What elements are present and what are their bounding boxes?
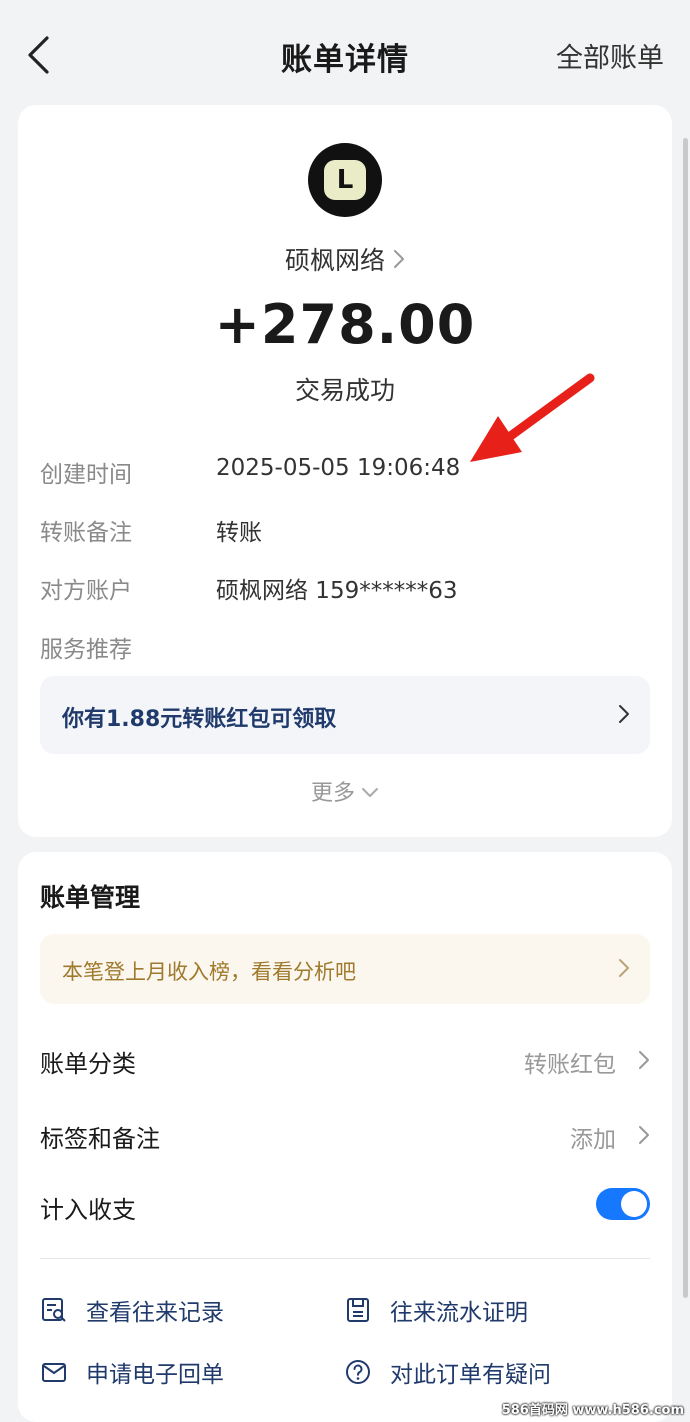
avatar-logo: L bbox=[324, 160, 366, 200]
tags-notes-row[interactable]: 标签和备注 添加 bbox=[40, 1109, 650, 1159]
create-time-value: 2025-05-05 19:06:48 bbox=[216, 455, 461, 481]
action-label: 申请电子回单 bbox=[86, 1362, 224, 1388]
section-title: 账单管理 bbox=[40, 883, 141, 912]
status-text: 交易成功 bbox=[294, 376, 395, 405]
chevron-right-icon bbox=[393, 246, 405, 275]
income-rank-notice[interactable]: 本笔登上月收入榜，看看分析吧 bbox=[40, 934, 650, 1004]
remark-label: 转账备注 bbox=[40, 520, 132, 546]
promo-text: 你有1.88元转账红包可领取 bbox=[62, 707, 337, 732]
count-in-budget-row: 计入收支 bbox=[40, 1180, 560, 1230]
nav-bar: 账单详情 全部账单 bbox=[0, 0, 690, 105]
chevron-down-icon bbox=[361, 780, 379, 805]
more-button[interactable]: 更多 bbox=[18, 775, 672, 807]
red-packet-promo[interactable]: 你有1.88元转账红包可领取 bbox=[40, 676, 650, 754]
view-history-button[interactable]: 查看往来记录 bbox=[40, 1290, 224, 1330]
tags-label: 标签和备注 bbox=[40, 1125, 160, 1153]
more-label: 更多 bbox=[310, 781, 355, 806]
search-record-icon bbox=[40, 1296, 68, 1324]
all-bills-link[interactable]: 全部账单 bbox=[556, 36, 664, 75]
bill-detail-card: L 硕枫网络 +278.00 交易成功 创建时间 2025-05-05 19:0… bbox=[18, 105, 672, 837]
divider bbox=[40, 1258, 650, 1259]
bill-management-card: 账单管理 本笔登上月收入榜，看看分析吧 账单分类 转账红包 标签和备注 添加 计… bbox=[18, 852, 672, 1422]
document-icon bbox=[344, 1296, 372, 1324]
statement-proof-button[interactable]: 往来流水证明 bbox=[344, 1290, 528, 1330]
merchant-name: 硕枫网络 bbox=[284, 246, 385, 275]
notice-text: 本笔登上月收入榜，看看分析吧 bbox=[62, 960, 356, 984]
bill-category-row[interactable]: 账单分类 转账红包 bbox=[40, 1034, 650, 1084]
chevron-right-icon bbox=[638, 1125, 650, 1149]
merchant-name-link[interactable]: 硕枫网络 bbox=[18, 241, 672, 277]
chevron-right-icon bbox=[618, 704, 630, 728]
category-value: 转账红包 bbox=[524, 1052, 616, 1078]
action-label: 往来流水证明 bbox=[390, 1300, 528, 1326]
question-icon bbox=[344, 1358, 372, 1386]
service-recommend-label: 服务推荐 bbox=[40, 637, 132, 663]
action-label: 查看往来记录 bbox=[86, 1300, 224, 1326]
tags-value: 添加 bbox=[570, 1127, 616, 1153]
merchant-avatar[interactable]: L bbox=[308, 143, 382, 217]
category-label: 账单分类 bbox=[40, 1050, 136, 1078]
chevron-right-icon bbox=[618, 958, 630, 982]
counterparty-label: 对方账户 bbox=[40, 578, 132, 604]
counterparty-value: 硕枫网络 159******63 bbox=[216, 578, 458, 604]
chevron-right-icon bbox=[638, 1050, 650, 1074]
watermark: 586首码网 www.h586.com bbox=[501, 1403, 684, 1418]
remark-value: 转账 bbox=[216, 520, 262, 546]
toggle-knob bbox=[621, 1191, 647, 1217]
create-time-label: 创建时间 bbox=[40, 462, 132, 488]
count-in-budget-toggle[interactable] bbox=[596, 1188, 650, 1220]
mail-icon bbox=[40, 1358, 68, 1386]
amount: +278.00 bbox=[214, 293, 476, 356]
count-label: 计入收支 bbox=[40, 1196, 136, 1224]
scrollbar[interactable] bbox=[683, 138, 688, 1298]
e-receipt-button[interactable]: 申请电子回单 bbox=[40, 1352, 224, 1392]
action-label: 对此订单有疑问 bbox=[390, 1362, 551, 1388]
order-question-button[interactable]: 对此订单有疑问 bbox=[344, 1352, 551, 1392]
